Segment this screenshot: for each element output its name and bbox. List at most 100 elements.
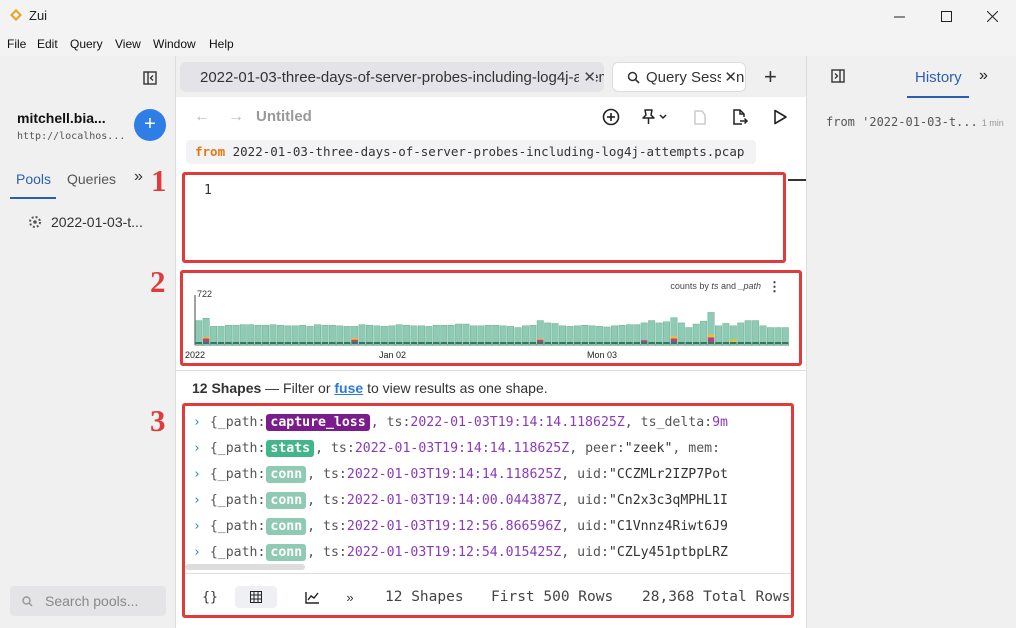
shapes-suffix: to view results as one shape. bbox=[363, 380, 548, 396]
user-name[interactable]: mitchell.bia... bbox=[17, 110, 106, 126]
sidebar-toggle-icon[interactable] bbox=[143, 71, 157, 85]
histogram-bar-segment bbox=[351, 342, 358, 344]
histogram-bar-segment bbox=[366, 342, 373, 344]
expand-chevron-icon[interactable]: › bbox=[193, 415, 201, 430]
maximize-button[interactable] bbox=[923, 0, 969, 32]
pin-dropdown-icon[interactable] bbox=[639, 107, 673, 127]
histogram-bar-segment bbox=[358, 342, 366, 344]
histogram-bar-segment bbox=[551, 342, 559, 344]
from-clause-bar[interactable]: from 2022-01-03-three-days-of-server-pro… bbox=[186, 140, 756, 164]
add-pool-button[interactable]: + bbox=[134, 109, 166, 141]
menu-help[interactable]: Help bbox=[209, 37, 234, 51]
histogram-bar-segment bbox=[641, 340, 648, 342]
result-row[interactable]: › {_path: capture_loss, ts: 2022-01-03T19… bbox=[193, 411, 728, 433]
expand-chevron-icon[interactable]: › bbox=[193, 493, 201, 508]
from-source: 2022-01-03-three-days-of-server-probes-i… bbox=[225, 144, 745, 159]
histogram-bar-segment bbox=[306, 342, 314, 344]
expand-chevron-icon[interactable]: › bbox=[193, 441, 201, 456]
chart-menu-icon[interactable]: ⋮ bbox=[768, 279, 781, 295]
histogram-bar-segment bbox=[492, 342, 499, 344]
more-tabs-icon[interactable]: » bbox=[979, 67, 988, 85]
tab-pool-query[interactable]: 2022-01-03-three-days-of-server-probes-i… bbox=[180, 62, 604, 92]
histogram-bar-segment bbox=[670, 342, 678, 344]
query-panel: ← → Untitled from 2022-01-03-three-days-… bbox=[176, 97, 806, 628]
menu-file[interactable]: File bbox=[7, 37, 26, 51]
histogram-bar-segment bbox=[707, 342, 715, 344]
query-title[interactable]: Untitled bbox=[256, 108, 312, 125]
fuse-link[interactable]: fuse bbox=[334, 380, 363, 396]
histogram-bar-segment bbox=[730, 339, 737, 342]
histogram-bar bbox=[692, 323, 700, 346]
back-arrow-icon[interactable]: ← bbox=[194, 108, 210, 126]
tab-query-session[interactable]: Query Session ✕ bbox=[612, 62, 746, 92]
menu-query[interactable]: Query bbox=[70, 37, 103, 51]
path-badge: conn bbox=[266, 517, 307, 535]
histogram-bar-segment bbox=[210, 342, 217, 344]
result-row[interactable]: › {_path: stats, ts: 2022-01-03T19:14:14.… bbox=[193, 437, 720, 459]
tab-history[interactable]: History bbox=[915, 69, 962, 86]
tab-pools[interactable]: Pools bbox=[16, 171, 51, 187]
histogram-bar-segment bbox=[737, 342, 744, 344]
export-icon[interactable] bbox=[729, 107, 749, 127]
search-pools-input[interactable]: Search pools... bbox=[10, 586, 166, 616]
histogram-bar-segment bbox=[537, 342, 544, 344]
histogram-bar-segment bbox=[544, 342, 551, 344]
close-tab-icon[interactable]: ✕ bbox=[579, 68, 596, 86]
histogram-bar bbox=[663, 321, 670, 346]
histogram-bar bbox=[625, 324, 633, 346]
right-panel-toggle-icon[interactable] bbox=[831, 69, 845, 83]
histogram-bar-segment bbox=[447, 342, 455, 344]
add-circle-icon[interactable] bbox=[601, 107, 621, 127]
path-badge: conn bbox=[266, 465, 307, 483]
view-json-button[interactable]: {} bbox=[197, 586, 223, 608]
menu-view[interactable]: View bbox=[115, 37, 141, 51]
chart-caption-and: and bbox=[718, 281, 739, 291]
pool-list-item[interactable]: 2022-01-03-t... bbox=[27, 214, 143, 230]
close-button[interactable] bbox=[969, 0, 1015, 32]
histogram-bar-segment bbox=[648, 342, 655, 344]
tab-queries[interactable]: Queries bbox=[67, 171, 116, 187]
expand-chevron-icon[interactable]: › bbox=[193, 467, 201, 482]
histogram-bar-segment bbox=[707, 337, 715, 342]
histogram-bar-segment bbox=[678, 342, 685, 344]
run-query-icon[interactable] bbox=[770, 107, 790, 127]
annotation-number: 2 bbox=[150, 264, 166, 299]
close-icon bbox=[986, 10, 998, 22]
expand-chevron-icon[interactable]: › bbox=[193, 545, 201, 560]
close-tab-icon[interactable]: ✕ bbox=[721, 68, 737, 86]
menu-window[interactable]: Window bbox=[153, 37, 196, 51]
new-tab-button[interactable]: + bbox=[764, 64, 777, 90]
minimize-button[interactable] bbox=[876, 0, 922, 32]
more-views-icon[interactable]: » bbox=[337, 586, 363, 608]
result-row[interactable]: › {_path: conn, ts: 2022-01-03T19:12:56.8… bbox=[193, 515, 728, 537]
histogram-bar-segment bbox=[692, 342, 700, 344]
bookmark-icon[interactable] bbox=[690, 107, 710, 127]
history-item[interactable]: from '2022-01-03-t... 1 min bbox=[826, 115, 1004, 129]
field-key: {_path: bbox=[209, 414, 266, 430]
result-row[interactable]: › {_path: conn, ts: 2022-01-03T19:14:00.0… bbox=[193, 489, 728, 511]
result-row[interactable]: › {_path: conn, ts: 2022-01-03T19:12:54.0… bbox=[193, 541, 728, 563]
histogram-bar-segment bbox=[641, 342, 648, 344]
horizontal-scrollbar[interactable] bbox=[185, 564, 305, 570]
histogram-bar bbox=[395, 324, 403, 346]
histogram-bar-segment bbox=[767, 342, 774, 344]
histogram-bar-segment bbox=[373, 342, 381, 344]
histogram-bar-segment bbox=[603, 342, 611, 344]
forward-arrow-icon[interactable]: → bbox=[228, 108, 244, 126]
field-key: , ts: bbox=[307, 518, 347, 534]
view-chart-button[interactable] bbox=[299, 586, 325, 608]
view-table-button[interactable] bbox=[235, 586, 277, 608]
zui-logo-icon bbox=[10, 9, 22, 21]
histogram-bar-segment bbox=[655, 342, 663, 344]
more-tabs-icon[interactable]: » bbox=[134, 168, 143, 186]
expand-chevron-icon[interactable]: › bbox=[193, 519, 201, 534]
histogram-bar-segment bbox=[618, 342, 626, 344]
menu-bar: File Edit Query View Window Help bbox=[0, 32, 1016, 56]
histogram-bar-segment bbox=[559, 342, 566, 344]
result-row[interactable]: › {_path: conn, ts: 2022-01-03T19:14:14.1… bbox=[193, 463, 728, 485]
histogram-bar-segment bbox=[455, 342, 462, 344]
chart-caption-prefix: counts by bbox=[670, 281, 712, 291]
query-editor[interactable]: 1 bbox=[182, 172, 786, 263]
histogram-bar-segment bbox=[700, 342, 707, 344]
menu-edit[interactable]: Edit bbox=[37, 37, 58, 51]
